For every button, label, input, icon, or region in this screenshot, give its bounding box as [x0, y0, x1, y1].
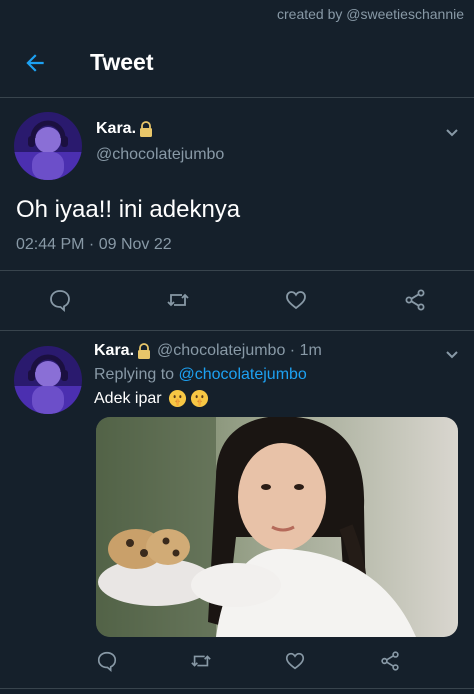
- reply-text-content: Adek ipar: [94, 389, 162, 407]
- tweet-timestamp[interactable]: 02:44 PM · 09 Nov 22: [16, 236, 172, 254]
- share-icon[interactable]: [403, 288, 427, 312]
- avatar[interactable]: [14, 346, 82, 414]
- like-icon[interactable]: [284, 650, 306, 672]
- retweet-icon[interactable]: [190, 650, 212, 672]
- shushing-face-emoji: [190, 389, 208, 408]
- tweet-text: Oh iyaa!! ini adeknya: [16, 196, 241, 223]
- chevron-down-icon[interactable]: [444, 124, 460, 140]
- lock-icon: [138, 343, 151, 359]
- handle-and-time[interactable]: @chocolatejumbo · 1m: [157, 342, 322, 360]
- avatar[interactable]: [14, 112, 82, 180]
- top-bar: Tweet: [0, 28, 474, 98]
- reply-text: Adek ipar: [94, 389, 209, 408]
- like-icon[interactable]: [284, 288, 308, 312]
- retweet-icon[interactable]: [166, 288, 190, 312]
- replying-to: Replying to @chocolatejumbo: [94, 366, 307, 384]
- reply-icon[interactable]: [48, 288, 72, 312]
- display-name-text: Kara.: [96, 120, 137, 137]
- share-icon[interactable]: [379, 650, 401, 672]
- arrow-left-icon[interactable]: [22, 50, 48, 76]
- reply-icon[interactable]: [96, 650, 118, 672]
- replying-label: Replying to: [94, 366, 175, 383]
- reply-header: Kara. @chocolatejumbo · 1m: [94, 342, 322, 360]
- watermark: created by @sweetieschannie: [277, 6, 464, 22]
- divider: [0, 330, 474, 331]
- divider: [0, 270, 474, 271]
- display-name[interactable]: Kara.: [96, 120, 153, 138]
- display-name-text[interactable]: Kara.: [94, 342, 134, 360]
- page-title: Tweet: [90, 49, 154, 75]
- replying-handle-link[interactable]: @chocolatejumbo: [179, 366, 307, 383]
- lock-icon: [140, 121, 153, 137]
- chevron-down-icon[interactable]: [444, 346, 460, 362]
- divider: [0, 688, 474, 689]
- handle[interactable]: @chocolatejumbo: [96, 146, 224, 164]
- tweet-photo[interactable]: [96, 417, 458, 637]
- shushing-face-emoji: [168, 389, 186, 408]
